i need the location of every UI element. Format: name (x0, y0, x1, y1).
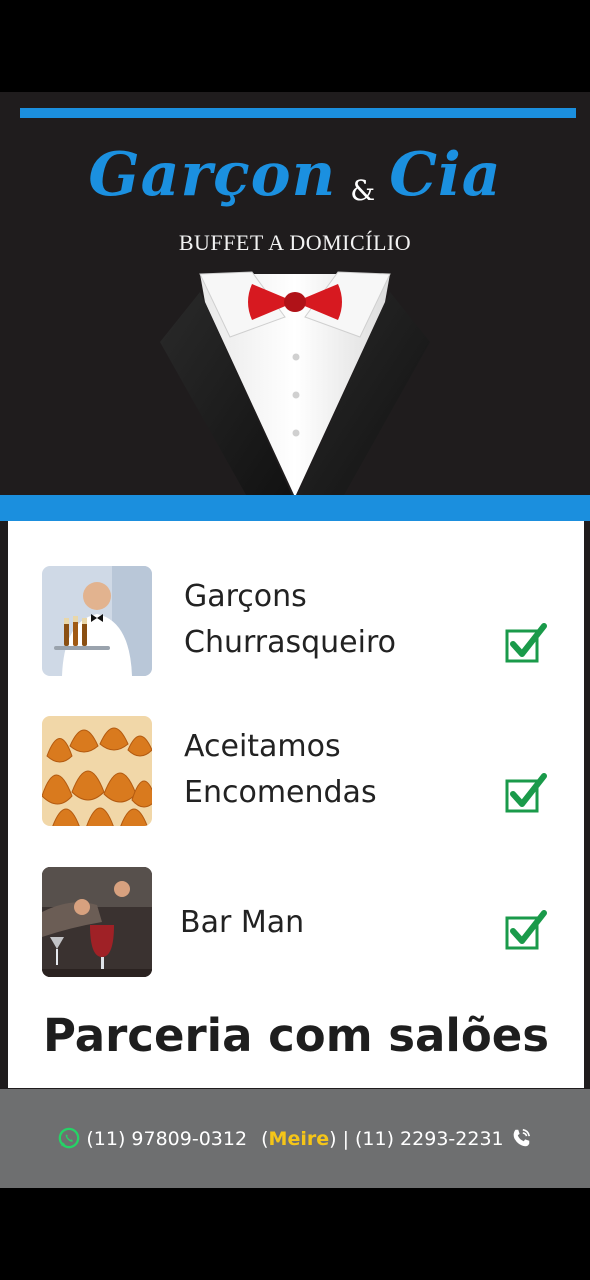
contact-line: (11) 97809-0312 (Meire) | (11) 2293-2231 (0, 1127, 590, 1150)
blue-band (0, 495, 590, 521)
partnership-heading: Parceria com salões (42, 1009, 550, 1062)
service-row-encomendas: Aceitamos Encomendas (8, 716, 584, 828)
service-row-barman: Bar Man (8, 867, 584, 979)
waiter-photo (42, 566, 152, 676)
brand-logo: Garçon & Cia (0, 140, 590, 210)
top-stripe (20, 108, 576, 118)
tagline: BUFFET A DOMICÍLIO (178, 230, 412, 255)
service-label-line1: Garçons (184, 579, 307, 614)
contact-name-close-paren: ) (329, 1128, 337, 1150)
checkbox-checked-icon (505, 910, 547, 950)
bartender-photo (42, 867, 152, 977)
service-label-line1: Aceitamos (184, 729, 341, 764)
whatsapp-icon (59, 1127, 80, 1149)
checkbox-checked-icon (505, 623, 547, 663)
phone-number-2[interactable]: (11) 2293-2231 (355, 1128, 504, 1150)
contact-name: Meire (268, 1128, 330, 1150)
service-row-garcons: Garçons Churrasqueiro (8, 566, 584, 678)
contact-footer: (11) 97809-0312 (Meire) | (11) 2293-2231 (0, 1089, 590, 1188)
brand-name-right: Cia (389, 140, 502, 210)
service-label-line2: Encomendas (184, 775, 377, 810)
service-label-line2: Churrasqueiro (184, 625, 397, 660)
tuxedo-shirt-illustration (160, 271, 430, 502)
flyer: Garçon & Cia BUFFET A DOMICÍLIO Garçons … (0, 92, 590, 1188)
checkbox-checked-icon (505, 773, 547, 813)
phone-number-1[interactable]: (11) 97809-0312 (86, 1128, 247, 1150)
service-label-line1: Bar Man (180, 905, 305, 940)
contact-separator: | (342, 1128, 349, 1150)
brand-name-left: Garçon (88, 140, 337, 210)
contact-name-open-paren: ( (261, 1128, 269, 1150)
phone-icon (513, 1128, 530, 1147)
services-panel: Garçons Churrasqueiro Aceitamos Encomend… (8, 521, 584, 1088)
brand-ampersand: & (350, 174, 376, 207)
coxinha-photo (42, 716, 152, 826)
